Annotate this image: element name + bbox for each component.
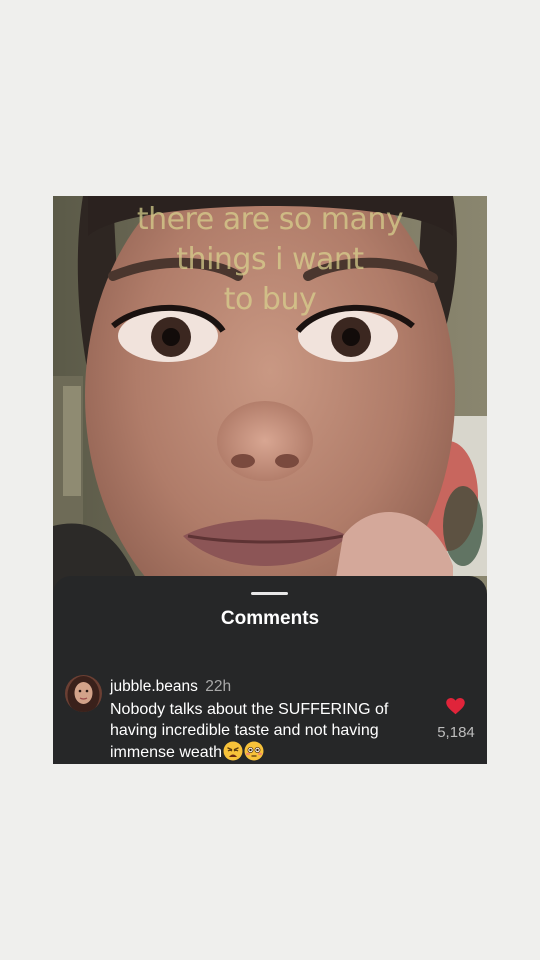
comments-sheet: Comments jubble.beans 22h Nobody talks a… xyxy=(53,576,487,764)
comments-title: Comments xyxy=(220,608,320,629)
comment-text: Nobody talks about the SUFFERING of havi… xyxy=(110,699,430,764)
drag-handle[interactable] xyxy=(251,592,288,595)
comment-username[interactable]: jubble.beans xyxy=(110,678,198,695)
like-count: 5,184 xyxy=(437,724,475,741)
video-card[interactable]: there are so many things i want to buy C… xyxy=(53,196,487,764)
video-caption: there are so many things i want to buy xyxy=(53,196,487,320)
avatar[interactable] xyxy=(65,675,102,712)
flushed-face-icon xyxy=(244,741,264,764)
caption-line: things i want xyxy=(176,242,364,277)
avatar-image xyxy=(65,675,102,712)
caption-line: to buy xyxy=(223,282,317,317)
caption-line: there are so many xyxy=(136,202,404,237)
heart-icon[interactable] xyxy=(446,698,465,715)
weary-face-icon xyxy=(223,741,243,764)
comment-item: jubble.beans 22h Nobody talks about the … xyxy=(110,677,430,764)
video-frame[interactable]: there are so many things i want to buy xyxy=(53,196,487,596)
comment-time: 22h xyxy=(205,678,232,695)
